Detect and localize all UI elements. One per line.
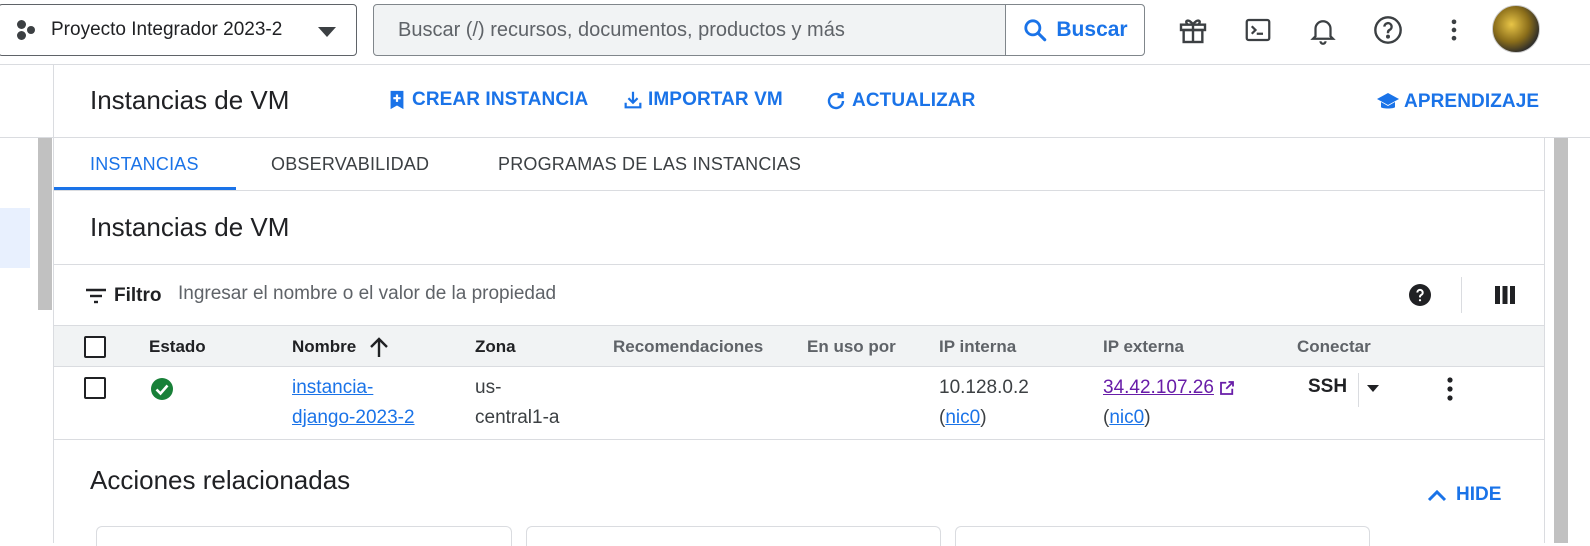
tab-instances[interactable]: INSTANCIAS: [90, 154, 199, 175]
column-header-external-ip[interactable]: IP externa: [1103, 337, 1184, 357]
internal-nic: (nic0): [939, 407, 987, 428]
help-button[interactable]: [1368, 10, 1408, 50]
column-header-recommendations[interactable]: Recomendaciones: [613, 337, 763, 357]
search-button-label: Buscar: [1056, 18, 1128, 41]
add-box-icon: [390, 90, 404, 110]
learning-button[interactable]: APRENDIZAJE: [1376, 91, 1539, 113]
filter-icon: [86, 288, 106, 304]
table-row: instancia- django-2023-2 us- central1-a …: [54, 367, 1544, 440]
column-header-name[interactable]: Nombre: [292, 337, 356, 357]
zone-line1: us-: [475, 377, 502, 398]
right-scrollbar[interactable]: [1554, 138, 1568, 543]
internal-ip-cell: 10.128.0.2 (nic0): [939, 373, 1029, 433]
external-ip-cell: 34.42.107.26 (nic0): [1103, 373, 1236, 433]
top-app-bar: Proyecto Integrador 2023-2 Buscar: [0, 0, 1590, 65]
nav-item-selected[interactable]: [0, 208, 30, 268]
left-scrollbar[interactable]: [38, 138, 52, 310]
column-header-in-use-by[interactable]: En uso por: [807, 337, 896, 357]
row-checkbox[interactable]: [84, 377, 106, 399]
tab-instance-schedules[interactable]: PROGRAMAS DE LAS INSTANCIAS: [498, 154, 801, 175]
import-vm-label: IMPORTAR VM: [648, 89, 783, 110]
divider: [1461, 277, 1462, 313]
instance-name-line2: django-2023-2: [292, 407, 415, 428]
column-header-zone[interactable]: Zona: [475, 337, 516, 357]
search-input[interactable]: [374, 5, 1005, 55]
create-instance-button[interactable]: CREAR INSTANCIA: [386, 89, 588, 111]
filter-label: Filtro: [114, 285, 162, 306]
column-header-connect[interactable]: Conectar: [1297, 337, 1371, 357]
refresh-label: ACTUALIZAR: [852, 90, 976, 111]
chevron-up-icon: [1427, 489, 1447, 502]
left-nav-panel: [0, 65, 54, 543]
column-display-icon[interactable]: [1494, 284, 1516, 306]
search-bar: Buscar: [373, 4, 1145, 56]
project-name: Proyecto Integrador 2023-2: [51, 19, 283, 40]
external-nic: (nic0): [1103, 407, 1151, 428]
instance-name-link[interactable]: instancia- django-2023-2: [292, 373, 415, 433]
cloud-shell-button[interactable]: [1238, 10, 1278, 50]
divider: [1358, 373, 1359, 407]
project-picker[interactable]: Proyecto Integrador 2023-2: [0, 4, 357, 56]
instance-zone: us- central1-a: [475, 373, 560, 433]
import-vm-button[interactable]: IMPORTAR VM: [622, 89, 783, 111]
section-title: Instancias de VM: [90, 212, 290, 242]
help-icon[interactable]: [1408, 283, 1432, 307]
status-running-icon: [151, 378, 173, 400]
school-icon: [1377, 93, 1399, 109]
sort-ascending-icon[interactable]: [368, 335, 390, 359]
ssh-dropdown-icon[interactable]: [1366, 383, 1380, 393]
download-icon: [624, 91, 642, 109]
external-nic-link[interactable]: nic0: [1109, 407, 1144, 428]
refresh-icon: [827, 92, 845, 110]
refresh-button[interactable]: ACTUALIZAR: [824, 89, 975, 113]
column-header-internal-ip[interactable]: IP interna: [939, 337, 1016, 357]
notifications-icon: [1310, 20, 1336, 45]
account-avatar[interactable]: [1492, 5, 1540, 53]
tab-bar: INSTANCIAS OBSERVABILIDAD PROGRAMAS DE L…: [54, 138, 1544, 191]
internal-ip-value: 10.128.0.2: [939, 377, 1029, 398]
hide-label: HIDE: [1456, 484, 1502, 505]
internal-nic-link[interactable]: nic0: [945, 407, 980, 428]
search-icon: [1024, 19, 1047, 42]
open-in-new-icon[interactable]: [1218, 379, 1236, 397]
more-options-button[interactable]: [1434, 10, 1474, 50]
related-action-card[interactable]: [526, 526, 941, 546]
search-button[interactable]: Buscar: [1005, 5, 1144, 55]
chevron-down-icon: [318, 27, 336, 37]
related-action-card[interactable]: [96, 526, 512, 546]
active-tab-indicator: [54, 187, 236, 190]
hide-button[interactable]: HIDE: [1426, 484, 1501, 506]
related-actions-title: Acciones relacionadas: [90, 465, 351, 495]
page-header: Instancias de VM CREAR INSTANCIA IMPORTA…: [54, 65, 1590, 138]
table-header: Estado Nombre Zona Recomendaciones En us…: [54, 325, 1544, 367]
learning-label: APRENDIZAJE: [1404, 91, 1540, 112]
column-header-status[interactable]: Estado: [149, 337, 206, 357]
project-hierarchy-icon: [15, 19, 37, 41]
create-instance-label: CREAR INSTANCIA: [412, 89, 589, 110]
tab-observability[interactable]: OBSERVABILIDAD: [271, 154, 429, 175]
gift-icon: [1179, 19, 1207, 44]
select-all-checkbox[interactable]: [84, 336, 106, 358]
filter-input[interactable]: [178, 283, 778, 305]
filter-bar: Filtro: [54, 264, 1544, 325]
more-vert-icon: [1451, 19, 1457, 41]
help-icon: [1374, 16, 1402, 44]
row-more-vert-icon[interactable]: [1438, 375, 1462, 403]
instance-name-line1: instancia-: [292, 377, 374, 398]
external-ip-link[interactable]: 34.42.107.26: [1103, 373, 1214, 403]
divider: [1544, 138, 1545, 543]
zone-line2: central1-a: [475, 407, 560, 428]
gift-button[interactable]: [1173, 10, 1213, 50]
ssh-button[interactable]: SSH: [1308, 376, 1347, 398]
cloud-shell-icon: [1245, 18, 1271, 42]
notifications-button[interactable]: [1303, 10, 1343, 50]
related-action-card[interactable]: [955, 526, 1370, 546]
page-title: Instancias de VM: [90, 85, 290, 115]
